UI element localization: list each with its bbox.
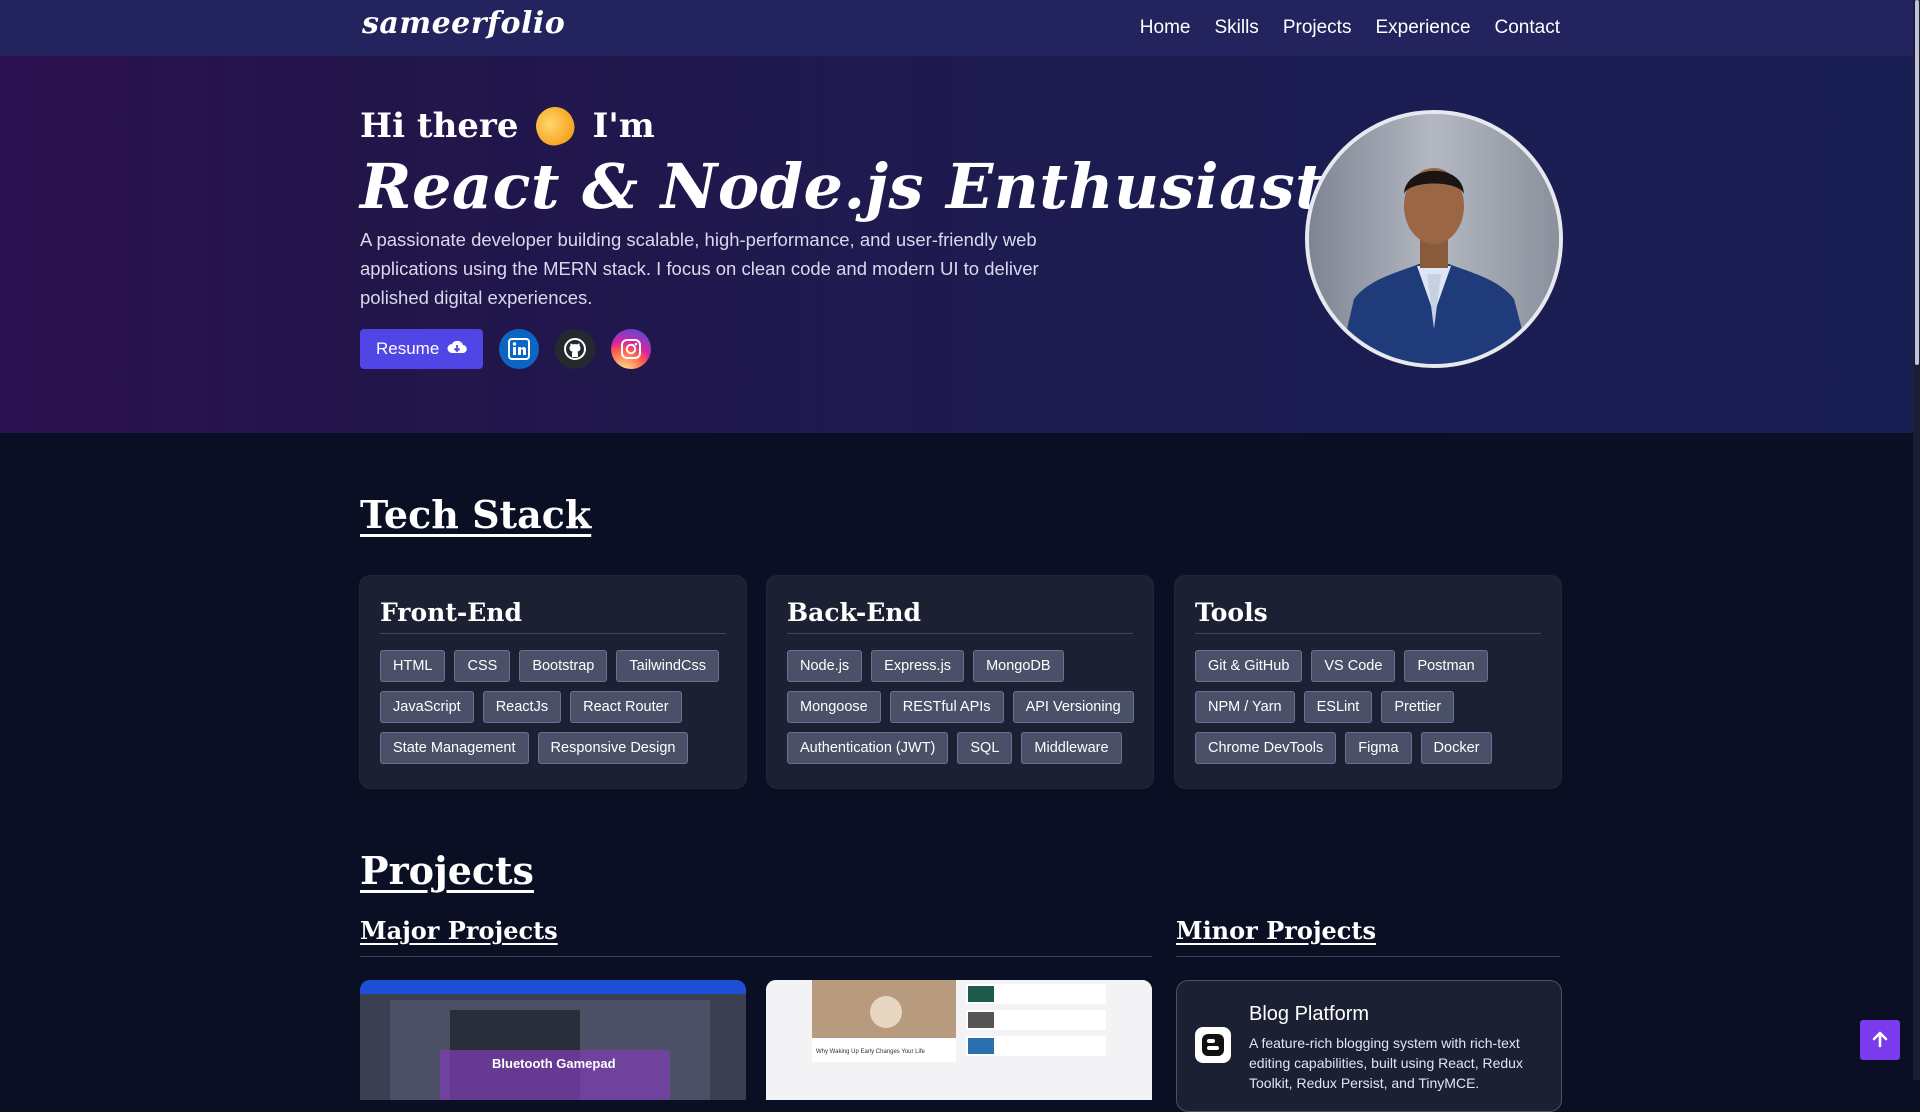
nav-link-skills[interactable]: Skills	[1214, 17, 1258, 39]
resume-button[interactable]: Resume	[360, 329, 484, 369]
skill-badge: VS Code	[1311, 650, 1396, 682]
skill-badge: ReactJs	[482, 691, 562, 723]
cloud-download-icon	[447, 339, 468, 360]
hero-title: React & Node.js Enthusiast	[360, 150, 1325, 223]
divider	[360, 956, 1152, 957]
card-title: Tools	[1195, 598, 1268, 627]
scrollbar-thumb[interactable]	[1915, 0, 1919, 365]
divider	[380, 633, 726, 634]
major-project-preview[interactable]: Why Waking Up Early Changes Your Life	[766, 980, 1152, 1100]
nav-link-home[interactable]: Home	[1140, 17, 1191, 39]
tech-stack-heading: Tech Stack	[360, 492, 592, 537]
skill-badge: Bootstrap	[519, 650, 608, 682]
waving-hand-icon	[531, 101, 580, 151]
skill-badge: RESTful APIs	[889, 691, 1004, 723]
skill-badges: Git & GitHub VS Code Postman NPM / Yarn …	[1195, 650, 1547, 764]
skill-badge: Prettier	[1381, 691, 1455, 723]
minor-project-description: A feature-rich blogging system with rich…	[1249, 1035, 1523, 1091]
project-preview-caption: Why Waking Up Early Changes Your Life	[816, 1049, 925, 1055]
skill-badge: NPM / Yarn	[1195, 691, 1295, 723]
hero-actions: Resume	[360, 329, 652, 369]
skill-badge: Git & GitHub	[1195, 650, 1303, 682]
nav-links: Home Skills Projects Experience Contact	[1140, 0, 1560, 56]
skill-badge: Express.js	[871, 650, 965, 682]
skill-badge: Mongoose	[787, 691, 881, 723]
instagram-icon[interactable]	[611, 329, 652, 369]
skill-badge: Chrome DevTools	[1195, 732, 1337, 764]
hero-greeting: Hi there I'm	[360, 101, 655, 151]
skill-badge: HTML	[380, 650, 446, 682]
skill-badge: Node.js	[787, 650, 863, 682]
skill-badge: Postman	[1404, 650, 1488, 682]
skill-badge: ESLint	[1303, 691, 1373, 723]
card-title: Front-End	[380, 598, 522, 627]
minor-projects-heading: Minor Projects	[1176, 916, 1377, 945]
divider	[1195, 633, 1541, 634]
projects-heading: Projects	[360, 848, 534, 893]
project-preview-caption: Bluetooth Gamepad	[492, 1056, 616, 1071]
frontend-card: Front-End HTML CSS Bootstrap TailwindCss…	[360, 576, 746, 788]
top-navbar: sameerfolio Home Skills Projects Experie…	[0, 0, 1920, 57]
skill-badge: TailwindCss	[616, 650, 719, 682]
greeting-suffix: I'm	[592, 106, 655, 146]
skill-badges: Node.js Express.js MongoDB Mongoose REST…	[787, 650, 1139, 764]
skill-badge: JavaScript	[380, 691, 474, 723]
blogger-icon	[1195, 1027, 1231, 1063]
skill-badge: Middleware	[1021, 732, 1122, 764]
resume-label: Resume	[376, 339, 440, 358]
divider	[787, 633, 1133, 634]
skill-badge: CSS	[454, 650, 511, 682]
skill-badge: Figma	[1345, 732, 1412, 764]
nav-link-experience[interactable]: Experience	[1375, 17, 1470, 39]
skill-badges: HTML CSS Bootstrap TailwindCss JavaScrip…	[380, 650, 732, 764]
minor-project-title: Blog Platform	[1249, 1003, 1370, 1025]
nav-link-contact[interactable]: Contact	[1495, 17, 1560, 39]
skill-badge: Docker	[1420, 732, 1493, 764]
skill-badge: React Router	[570, 691, 682, 723]
skill-badge: Responsive Design	[537, 732, 689, 764]
github-icon[interactable]	[555, 329, 596, 369]
nav-link-projects[interactable]: Projects	[1283, 17, 1352, 39]
brand-logo[interactable]: sameerfolio	[362, 6, 565, 41]
card-title: Back-End	[787, 598, 921, 627]
divider	[1176, 956, 1560, 957]
skill-badge: State Management	[380, 732, 529, 764]
backend-card: Back-End Node.js Express.js MongoDB Mong…	[767, 576, 1153, 788]
minor-project-card[interactable]: Blog Platform A feature-rich blogging sy…	[1176, 980, 1562, 1112]
major-project-preview[interactable]: Bluetooth Gamepad	[360, 980, 746, 1100]
linkedin-icon[interactable]	[499, 329, 540, 369]
skill-badge: SQL	[957, 732, 1013, 764]
scroll-to-top-button[interactable]	[1860, 1020, 1900, 1060]
greeting-text: Hi there	[360, 106, 519, 146]
hero-description: A passionate developer building scalable…	[360, 229, 1039, 308]
skill-badge: Authentication (JWT)	[787, 732, 949, 764]
major-projects-heading: Major Projects	[360, 916, 558, 945]
tools-card: Tools Git & GitHub VS Code Postman NPM /…	[1175, 576, 1561, 788]
skill-badge: API Versioning	[1012, 691, 1134, 723]
arrow-up-icon	[1870, 1029, 1890, 1052]
profile-photo	[1305, 110, 1563, 368]
skill-badge: MongoDB	[973, 650, 1064, 682]
